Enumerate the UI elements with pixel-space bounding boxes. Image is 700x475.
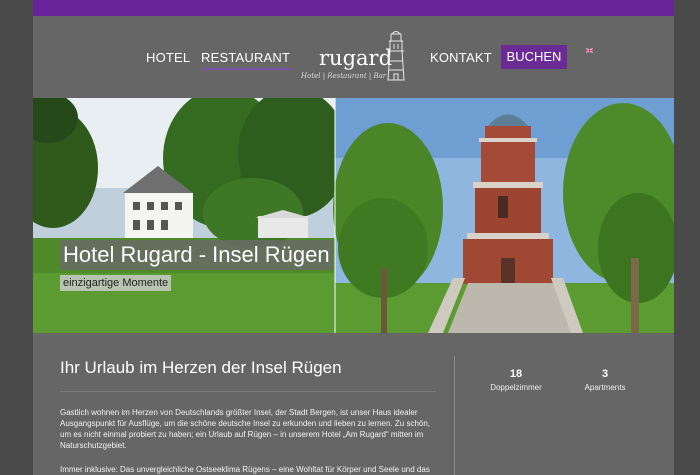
hero-title: Hotel Rugard - Insel Rügen: [60, 240, 333, 270]
intro-paragraph-1: Gastlich wohnen im Herzen von Deutschlan…: [60, 408, 431, 450]
book-button[interactable]: BUCHEN: [501, 45, 567, 69]
intro-paragraph-2: Immer inklusive: Das unvergleichliche Os…: [60, 465, 430, 474]
nav-kontakt[interactable]: KONTAKT: [430, 50, 492, 65]
stat-label-apartments: Apartments: [584, 383, 626, 392]
nav-hotel[interactable]: HOTEL: [146, 50, 190, 65]
logo[interactable]: rugard Hotel | Restaurant | Bar: [295, 28, 413, 86]
stat-value-rooms: 18: [509, 368, 523, 380]
hero-banner: Hotel Rugard - Insel Rügen einzigartige …: [33, 98, 674, 333]
stat-label-rooms: Doppelzimmer: [490, 383, 542, 392]
nav-restaurant[interactable]: RESTAURANT: [201, 50, 291, 70]
stat-value-apartments: 3: [601, 368, 609, 380]
hero-image: [33, 98, 674, 333]
hero-subtitle: einzigartige Momente: [60, 275, 172, 291]
uk-flag-icon[interactable]: [586, 48, 593, 53]
logo-tagline: Hotel | Restaurant | Bar: [301, 72, 387, 80]
section-divider: [60, 391, 436, 392]
intro-heading: Ihr Urlaub im Herzen der Insel Rügen: [60, 358, 342, 377]
page-container: HOTEL RESTAURANT rugard Hotel | Restaura…: [33, 0, 674, 475]
tower-icon: [387, 31, 405, 81]
logo-wordmark: rugard: [319, 46, 393, 70]
top-accent-bar: [33, 0, 674, 16]
stats-divider: [454, 356, 455, 475]
